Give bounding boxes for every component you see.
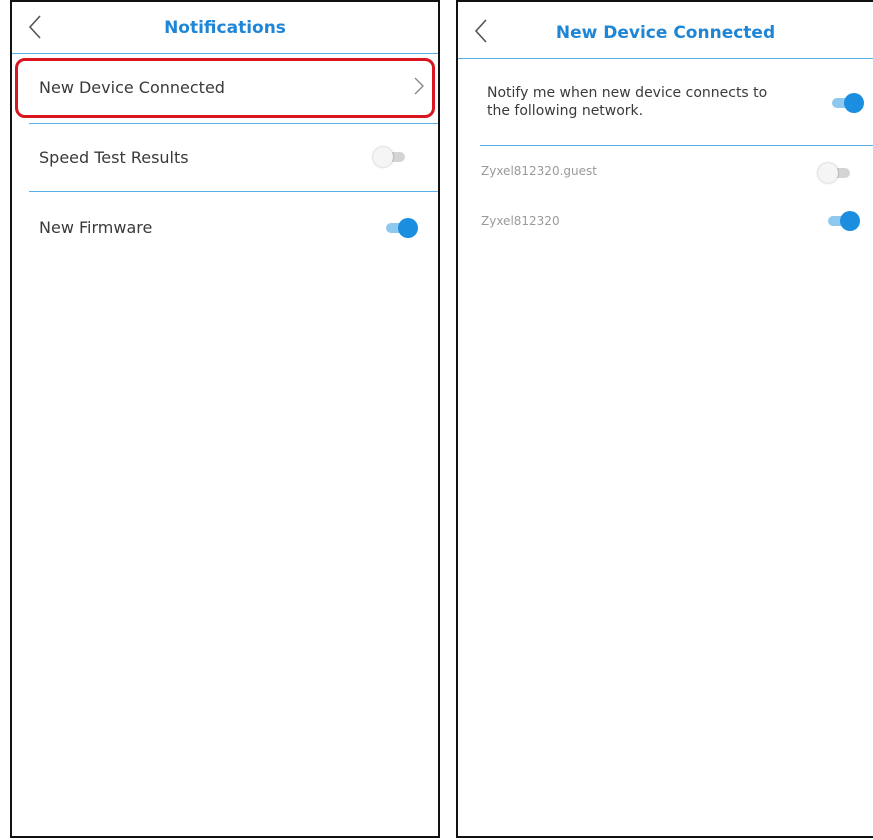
new-firmware-toggle[interactable]: [382, 218, 418, 238]
chevron-right-icon: [414, 77, 424, 95]
toggle-knob: [844, 93, 864, 113]
page-title: Notifications: [164, 18, 286, 38]
toggle-knob: [840, 211, 860, 231]
toggle-knob: [398, 218, 418, 238]
guest-network-toggle[interactable]: [818, 163, 854, 183]
notify-divider: [480, 145, 873, 146]
network-row-guest: Zyxel812320.guest: [458, 152, 873, 194]
list-item-speed-test-results: Speed Test Results: [12, 124, 438, 190]
toggle-knob: [818, 163, 838, 183]
notify-text-line2: the following network.: [487, 103, 644, 119]
notify-text-line1: Notify me when new device connects to: [487, 85, 768, 101]
new-device-connected-label: New Device Connected: [39, 78, 225, 97]
list-item-new-firmware: New Firmware: [12, 192, 438, 262]
new-device-connected-screen: New Device Connected Notify me when new …: [456, 0, 873, 838]
network-name-label: Zyxel812320.guest: [481, 164, 597, 178]
network-name-label: Zyxel812320: [481, 214, 560, 228]
notify-setting-row: Notify me when new device connects to th…: [458, 59, 873, 145]
network-row-main: Zyxel812320: [458, 202, 873, 244]
new-firmware-label: New Firmware: [39, 218, 153, 237]
notify-description: Notify me when new device connects to th…: [487, 84, 767, 120]
header-divider: [12, 53, 438, 54]
main-network-toggle[interactable]: [824, 211, 860, 231]
page-title: New Device Connected: [555, 23, 776, 43]
speed-test-results-toggle[interactable]: [373, 147, 409, 167]
toggle-knob: [373, 147, 393, 167]
list-item-new-device-connected[interactable]: New Device Connected: [12, 58, 438, 118]
speed-test-results-label: Speed Test Results: [39, 148, 189, 167]
notifications-screen: Notifications New Device Connected Speed…: [10, 0, 440, 838]
notify-toggle[interactable]: [828, 93, 864, 113]
